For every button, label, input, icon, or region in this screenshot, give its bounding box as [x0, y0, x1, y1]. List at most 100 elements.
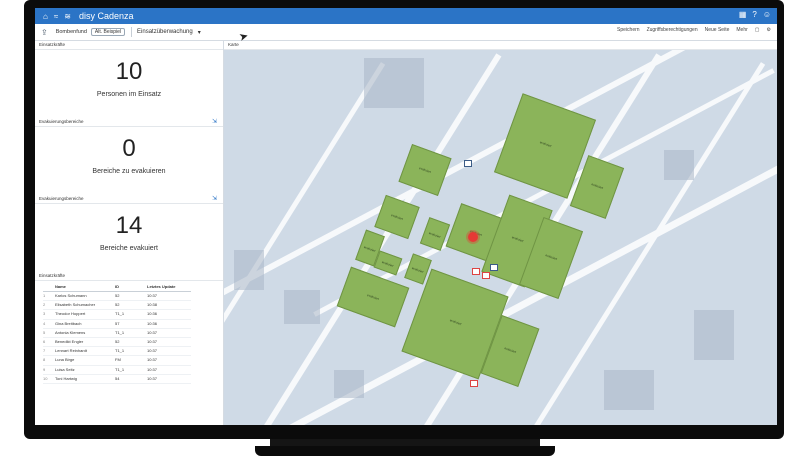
- title-bar: ⌂ ≈ ≋ disy Cadenza ▦ ? ☺: [35, 8, 777, 24]
- bomb-location-marker[interactable]: [468, 232, 478, 242]
- kpi-value: 10: [115, 58, 143, 85]
- zone-label: evakuiert: [411, 265, 425, 274]
- cell-update: 10:37: [147, 375, 158, 381]
- row-index: 3: [43, 311, 46, 317]
- personnel-pin[interactable]: [470, 380, 478, 387]
- building: [694, 310, 734, 360]
- table-row[interactable]: 8 Luna Birge FM 10:37: [43, 356, 191, 366]
- table-row[interactable]: 10 Toni Hartwig 54 10:37: [43, 375, 191, 384]
- row-index: 7: [43, 348, 46, 354]
- permissions-button[interactable]: Zugriffsberechtigungen: [647, 27, 698, 33]
- cell-id: T1_1: [115, 329, 125, 335]
- cell-update: 10:37: [147, 348, 158, 354]
- kpi-label: Bereiche evakuiert: [100, 245, 158, 252]
- personnel-pin[interactable]: [464, 160, 472, 167]
- cell-update: 10:36: [147, 311, 158, 317]
- new-page-button[interactable]: Neue Seite: [705, 27, 730, 33]
- cell-name: Toni Hartwig: [55, 375, 78, 381]
- section-title: Evakuierungsbereiche ⇲: [35, 118, 223, 127]
- column-header-id[interactable]: ID: [115, 283, 147, 291]
- personnel-pin[interactable]: [490, 264, 498, 271]
- table-row[interactable]: 3 Theodor Hoppert T1_1 10:36: [43, 310, 191, 320]
- cell-name: Benedikt Engler: [55, 338, 84, 344]
- view-selector[interactable]: Einsatzüberwachung: [137, 29, 193, 35]
- section-title: Evakuierungsbereiche ⇲: [35, 195, 223, 204]
- help-icon[interactable]: ?: [752, 10, 756, 19]
- settings-icon[interactable]: ⚙: [767, 27, 771, 33]
- map-panel: Karte evakuiert evakuiert evakuiert evak…: [224, 41, 777, 425]
- cell-update: 10:37: [147, 366, 158, 372]
- cell-name: Karlos Schumann: [55, 293, 87, 298]
- table-row[interactable]: 7 Lennart Reinhardt T1_1 10:37: [43, 347, 191, 357]
- cell-id: 52: [115, 338, 120, 344]
- share-icon[interactable]: ⇪: [41, 28, 48, 37]
- evacuation-zone[interactable]: evakuiert: [374, 194, 420, 240]
- table-header: Name ID Letztes Update: [43, 283, 191, 292]
- row-index: 5: [43, 329, 46, 335]
- cell-name: Gina Breitbach: [55, 320, 82, 326]
- evacuation-zone[interactable]: evakuiert: [336, 266, 410, 328]
- kpi-value: 0: [122, 135, 136, 162]
- more-button[interactable]: Mehr: [736, 27, 747, 33]
- zone-label: evakuiert: [449, 317, 463, 326]
- zone-label: evakuiert: [390, 213, 404, 222]
- personnel-pin[interactable]: [472, 268, 480, 275]
- chevron-down-icon[interactable]: ▾: [198, 29, 201, 36]
- breadcrumb[interactable]: Bombenfund: [56, 29, 87, 35]
- kpi-label: Bereiche zu evakuieren: [92, 168, 166, 175]
- row-index: 4: [43, 320, 46, 326]
- zone-label: evakuiert: [418, 166, 432, 175]
- user-icon[interactable]: ☺: [763, 10, 771, 19]
- export-icon[interactable]: ⇲: [212, 195, 217, 203]
- row-index: 9: [43, 366, 46, 372]
- kpi-personnel: 10 Personen im Einsatz: [35, 50, 223, 118]
- table-row[interactable]: 2 Elisabeth Schumacher 52 10:38: [43, 301, 191, 311]
- evacuation-zone[interactable]: evakuiert: [398, 144, 452, 196]
- kpi-evacuated: 14 Bereiche evakuiert: [35, 204, 223, 272]
- divider: [131, 27, 133, 37]
- section-title-text: Evakuierungsbereiche: [39, 119, 84, 124]
- building: [334, 370, 364, 398]
- window-icon[interactable]: ▢: [755, 27, 760, 33]
- personnel-table: Name ID Letztes Update 1 Karlos Schumann 5…: [43, 283, 191, 384]
- home-icon[interactable]: ⌂: [43, 12, 48, 21]
- table-row[interactable]: 4 Gina Breitbach 57 10:36: [43, 320, 191, 329]
- cell-id: T1_1: [115, 366, 125, 372]
- cell-id: 52: [115, 293, 120, 298]
- kpi-value: 14: [115, 212, 143, 239]
- personnel-pin[interactable]: [482, 272, 490, 279]
- cell-update: 10:37: [147, 357, 158, 363]
- cell-id: T1_1: [115, 311, 125, 317]
- grid-icon[interactable]: ▦: [739, 10, 747, 19]
- map-canvas[interactable]: evakuiert evakuiert evakuiert evakuiert …: [224, 50, 777, 425]
- table-row[interactable]: 9 Luisa Seitz T1_1 10:37: [43, 366, 191, 375]
- row-index: 8: [43, 357, 46, 363]
- cell-id: FM: [115, 357, 121, 363]
- kpi-to-evacuate: 0 Bereiche zu evakuieren: [35, 127, 223, 195]
- building: [284, 290, 320, 324]
- zone-label: evakuiert: [590, 182, 604, 191]
- wave-icon[interactable]: ≈: [54, 12, 58, 21]
- cell-update: 10:37: [147, 338, 158, 344]
- section-title: Einsatzkräfte: [35, 272, 223, 281]
- export-icon[interactable]: ⇲: [212, 118, 217, 126]
- cell-name: Theodor Hoppert: [55, 311, 86, 317]
- cell-id: T1_1: [115, 348, 125, 354]
- table-row[interactable]: 5 Antonia Klemens T1_1 10:37: [43, 329, 191, 338]
- cell-id: 57: [115, 320, 120, 326]
- map-title: Karte: [224, 41, 777, 50]
- zone-label: evakuiert: [539, 140, 553, 148]
- toolbar: ⇪ Bombenfund Alt. Beispiel Einsatzüberwa…: [35, 24, 777, 41]
- save-button[interactable]: Speichern: [617, 27, 640, 33]
- cell-name: Luisa Seitz: [55, 366, 75, 372]
- row-index: 10: [43, 375, 48, 381]
- layers-icon[interactable]: ≋: [64, 12, 71, 21]
- zone-label: evakuiert: [363, 244, 377, 253]
- header-index: [43, 283, 55, 291]
- building: [234, 250, 264, 290]
- table-row[interactable]: 6 Benedikt Engler 52 10:37: [43, 338, 191, 348]
- kpi-panel: Einsatzkräfte 10 Personen im Einsatz Eva…: [35, 41, 224, 425]
- column-header-name[interactable]: Name: [55, 283, 115, 291]
- column-header-update[interactable]: Letztes Update: [147, 283, 191, 291]
- table-row[interactable]: 1 Karlos Schumann 52 10:37: [43, 292, 191, 302]
